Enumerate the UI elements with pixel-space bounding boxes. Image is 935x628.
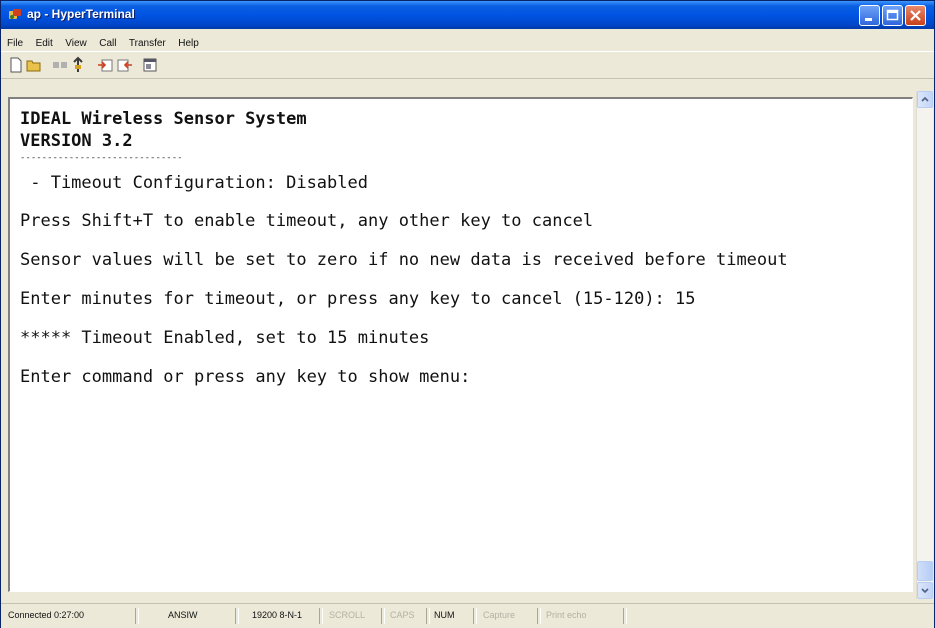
terminal-output[interactable]: IDEAL Wireless Sensor System VERSION 3.2… bbox=[20, 107, 900, 587]
status-port-settings: 19200 8-N-1 bbox=[252, 610, 303, 620]
toolbar bbox=[1, 51, 934, 79]
maximize-icon bbox=[886, 9, 899, 21]
horizontal-scrollbar bbox=[8, 592, 913, 600]
status-divider bbox=[473, 608, 477, 624]
properties-icon[interactable] bbox=[141, 56, 159, 74]
scroll-thumb[interactable] bbox=[917, 561, 933, 581]
arrow-up-icon bbox=[921, 96, 929, 102]
terminal-line: ***** Timeout Enabled, set to 15 minutes bbox=[20, 328, 430, 348]
send-icon[interactable] bbox=[97, 56, 115, 74]
scroll-up-button[interactable] bbox=[917, 91, 933, 108]
scroll-down-button[interactable] bbox=[917, 582, 933, 599]
terminal-line: Press Shift+T to enable timeout, any oth… bbox=[20, 211, 594, 231]
disconnect-icon[interactable] bbox=[51, 56, 69, 74]
status-divider bbox=[381, 608, 385, 624]
status-scroll: SCROLL bbox=[329, 610, 366, 620]
close-icon bbox=[910, 10, 921, 21]
connect-icon[interactable] bbox=[69, 56, 87, 74]
status-divider bbox=[537, 608, 541, 624]
open-icon[interactable] bbox=[25, 56, 43, 74]
terminal-line: Sensor values will be set to zero if no … bbox=[20, 250, 788, 270]
status-num: NUM bbox=[434, 610, 455, 620]
hyperterminal-app-icon bbox=[9, 9, 21, 19]
status-divider bbox=[135, 608, 139, 624]
minimize-button[interactable] bbox=[859, 5, 880, 26]
new-connection-icon[interactable] bbox=[7, 56, 25, 74]
status-caps: CAPS bbox=[390, 610, 415, 620]
status-bar: Connected 0:27:00 ANSIW 19200 8-N-1 SCRO… bbox=[1, 603, 934, 628]
status-divider bbox=[235, 608, 239, 624]
terminal-line: Enter minutes for timeout, or press any … bbox=[20, 289, 696, 309]
maximize-button[interactable] bbox=[882, 5, 903, 26]
status-divider bbox=[623, 608, 627, 624]
minimize-icon bbox=[865, 18, 872, 21]
vertical-scrollbar[interactable] bbox=[916, 91, 933, 599]
window-title: ap - HyperTerminal bbox=[27, 7, 135, 21]
status-connected: Connected 0:27:00 bbox=[8, 610, 85, 620]
terminal-line: - Timeout Configuration: Disabled bbox=[20, 173, 368, 193]
terminal-area[interactable]: IDEAL Wireless Sensor System VERSION 3.2… bbox=[8, 97, 913, 592]
terminal-header-version: VERSION 3.2 bbox=[20, 131, 133, 151]
menu-bar: File Edit View Call Transfer Help bbox=[1, 33, 934, 51]
receive-icon[interactable] bbox=[115, 56, 133, 74]
terminal-header-title: IDEAL Wireless Sensor System bbox=[20, 109, 307, 129]
arrow-down-icon bbox=[921, 588, 929, 594]
status-divider bbox=[426, 608, 430, 624]
status-divider bbox=[319, 608, 323, 624]
terminal-separator: ------------------------------ bbox=[20, 153, 183, 163]
hyperterminal-window: ap - HyperTerminal File Edit View Call T… bbox=[0, 0, 935, 628]
status-emulation: ANSIW bbox=[168, 610, 198, 620]
status-capture: Capture bbox=[483, 610, 516, 620]
close-button[interactable] bbox=[905, 5, 926, 26]
status-print-echo: Print echo bbox=[546, 610, 587, 620]
terminal-line: Enter command or press any key to show m… bbox=[20, 367, 471, 387]
title-bar[interactable]: ap - HyperTerminal bbox=[1, 1, 934, 29]
